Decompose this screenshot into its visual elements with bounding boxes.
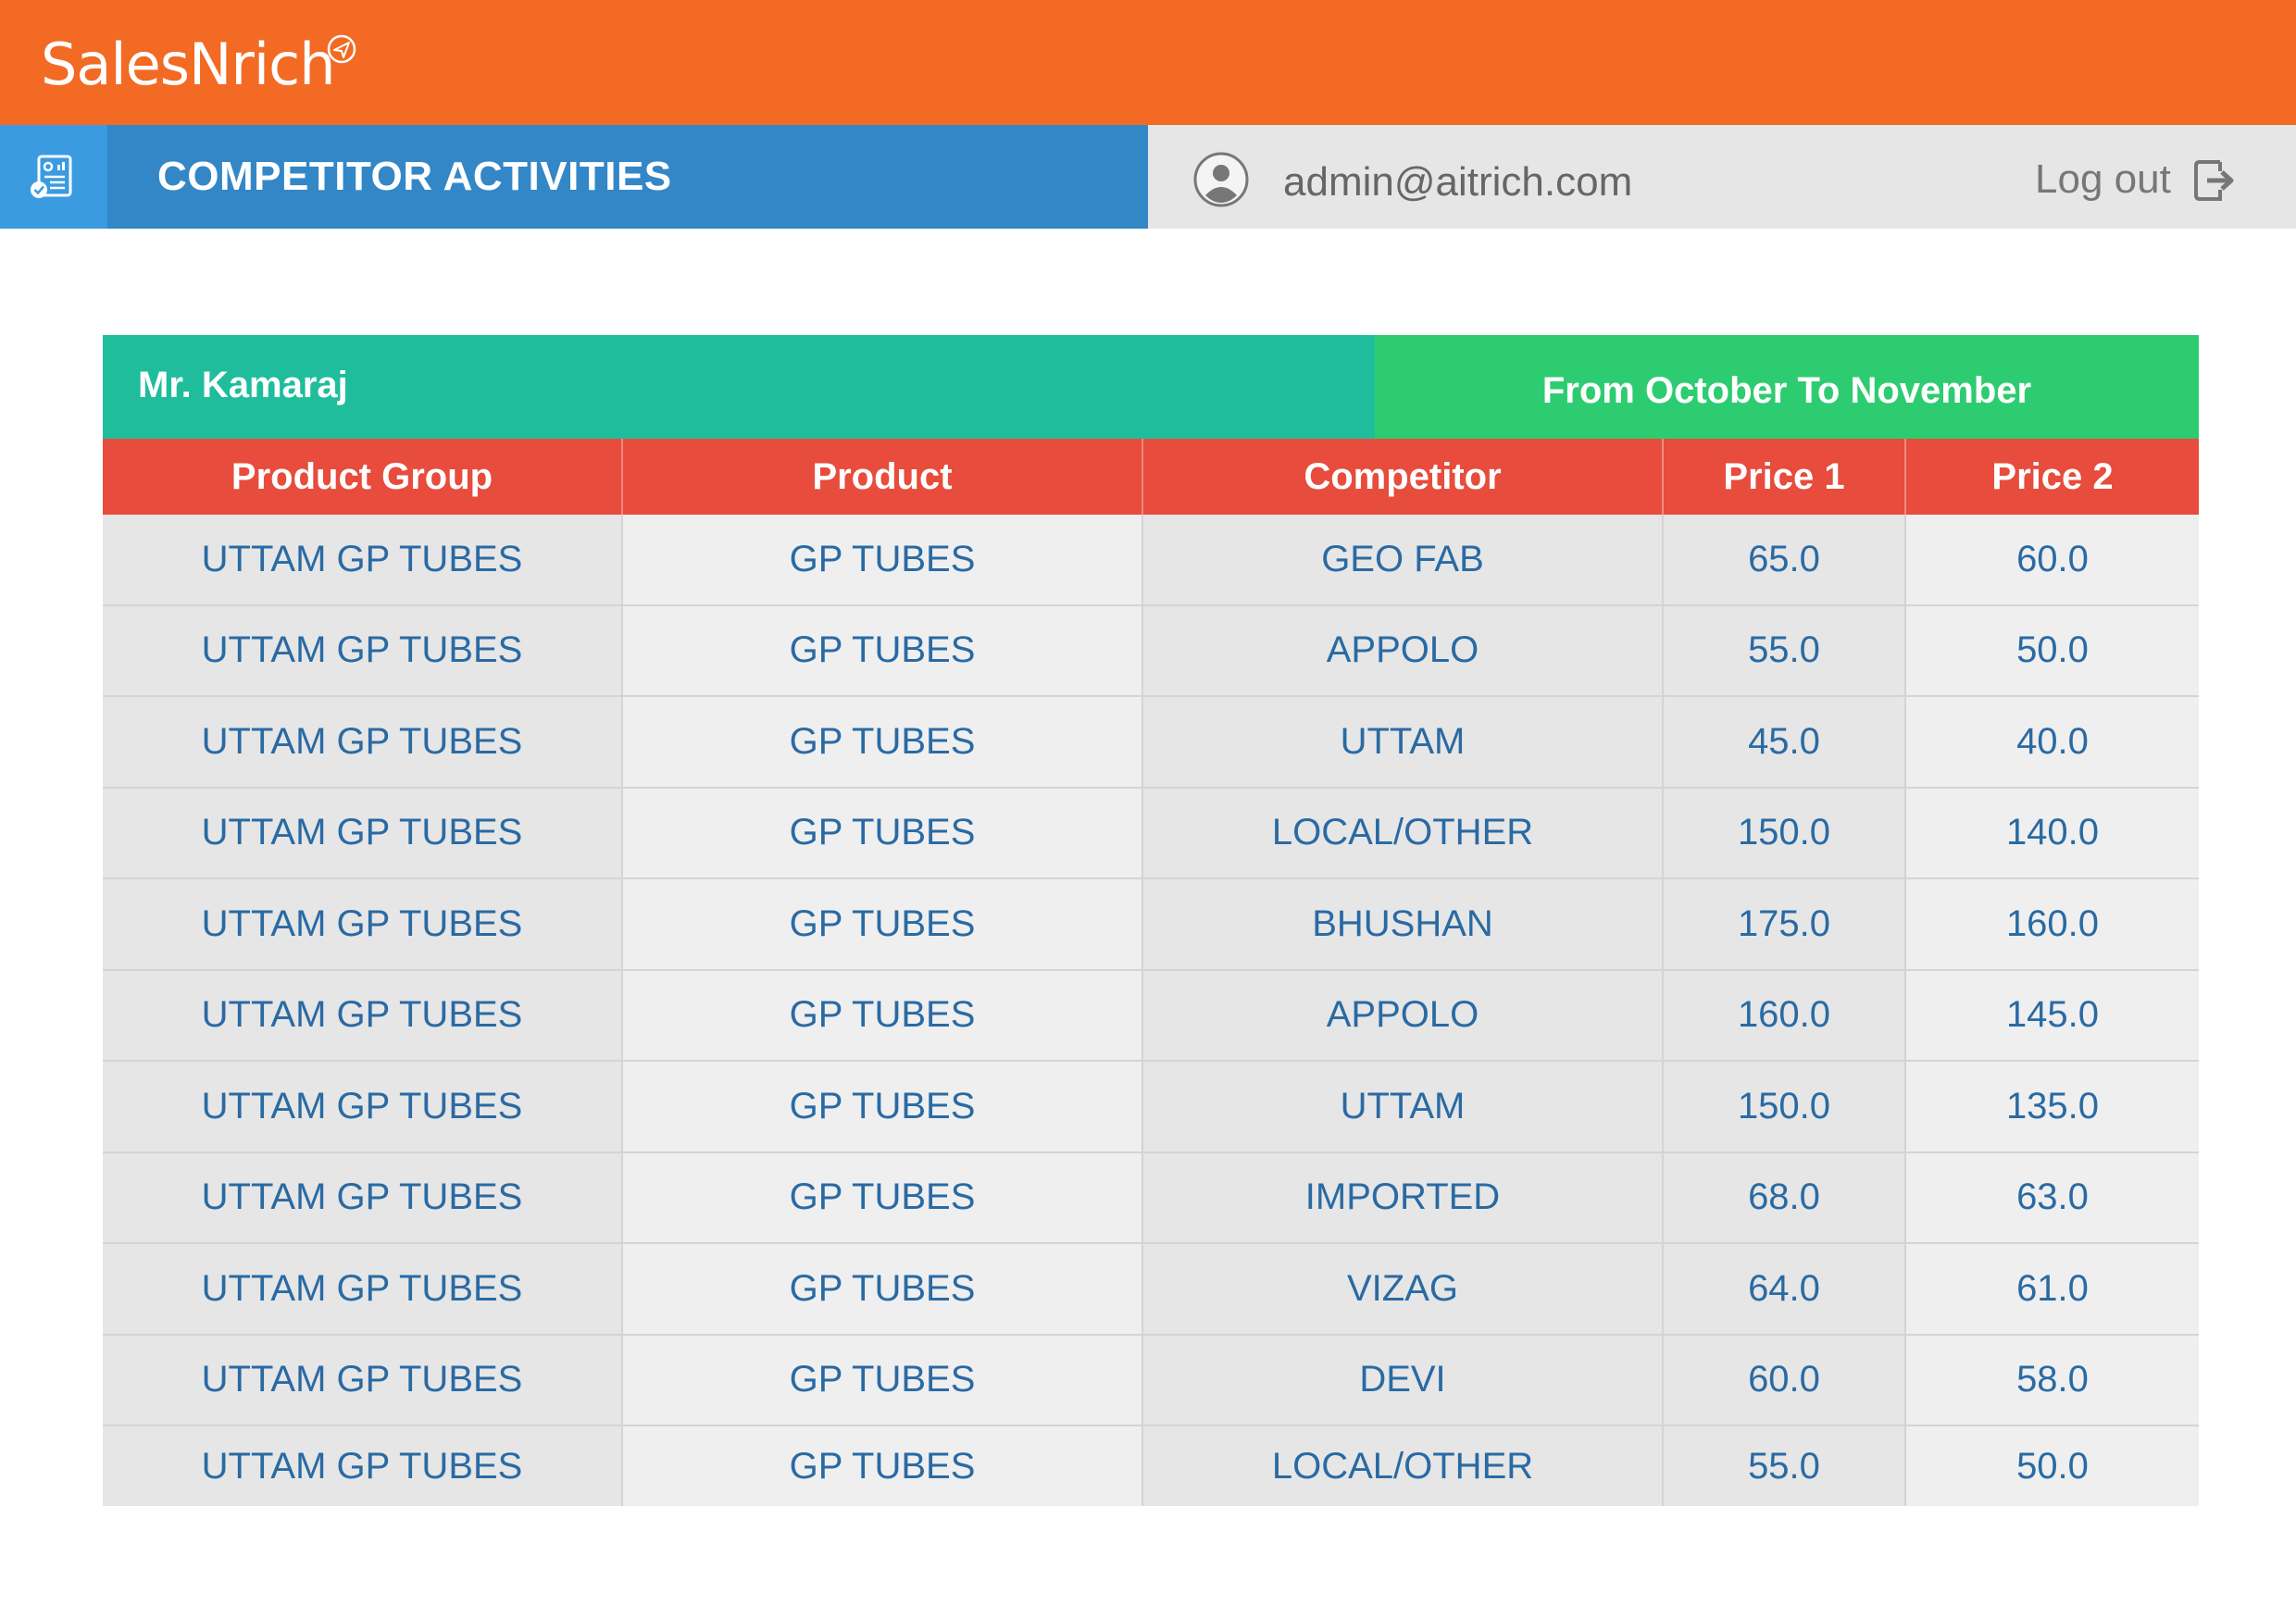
table-header: Product Group Product Competitor Price 1… [103,439,2199,515]
title-icon-box [0,125,107,229]
price-2-cell: 58.0 [1906,1335,2199,1425]
price-2-cell: 140.0 [1906,788,2199,877]
product-cell: GP TUBES [623,605,1143,695]
competitor-cell: LOCAL/OTHER [1143,788,1664,877]
logout-button[interactable]: Log out [2035,125,2171,234]
competitor-cell: APPOLO [1143,970,1664,1060]
page-title-bar: COMPETITOR ACTIVITIES [0,125,1148,229]
table-row[interactable]: UTTAM GP TUBES GP TUBES UTTAM 150.0 135.0 [103,1062,2199,1153]
competitor-cell: LOCAL/OTHER [1143,1426,1664,1506]
product-cell: GP TUBES [623,970,1143,1060]
table-row[interactable]: UTTAM GP TUBES GP TUBES LOCAL/OTHER 150.0 14… [103,788,2199,879]
competitor-cell: GEO FAB [1143,515,1664,604]
price-2-cell: 145.0 [1906,970,2199,1060]
competitor-cell: IMPORTED [1143,1152,1664,1242]
competitor-cell: VIZAG [1143,1244,1664,1334]
table-body: UTTAM GP TUBES GP TUBES GEO FAB 65.0 60.0 UTT… [103,515,2199,1506]
product-cell: GP TUBES [623,788,1143,877]
table-row[interactable]: UTTAM GP TUBES GP TUBES VIZAG 64.0 61.0 [103,1244,2199,1336]
price-1-cell: 55.0 [1664,1426,1906,1506]
product-cell: GP TUBES [623,879,1143,969]
price-2-cell: 160.0 [1906,879,2199,969]
column-header-product[interactable]: Product [623,439,1143,515]
price-2-cell: 61.0 [1906,1244,2199,1334]
price-1-cell: 150.0 [1664,1062,1906,1151]
column-header-product-group[interactable]: Product Group [103,439,623,515]
price-1-cell: 175.0 [1664,879,1906,969]
paper-plane-icon [327,34,356,64]
table-row[interactable]: UTTAM GP TUBES GP TUBES IMPORTED 68.0 63.0 [103,1152,2199,1244]
competitor-table: Mr. Kamaraj From October To November Pro… [103,335,2199,1506]
competitor-cell: UTTAM [1143,1062,1664,1151]
table-row[interactable]: UTTAM GP TUBES GP TUBES DEVI 60.0 58.0 [103,1335,2199,1426]
price-1-cell: 45.0 [1664,697,1906,787]
product-group-cell: UTTAM GP TUBES [103,605,623,695]
price-2-cell: 63.0 [1906,1152,2199,1242]
price-2-cell: 60.0 [1906,515,2199,604]
brand-logo[interactable]: SalesNrich [41,28,335,102]
top-bar: SalesNrich [0,0,2296,125]
logout-icon[interactable] [2192,156,2237,205]
product-group-cell: UTTAM GP TUBES [103,879,623,969]
product-group-cell: UTTAM GP TUBES [103,1335,623,1425]
product-cell: GP TUBES [623,1426,1143,1506]
competitor-cell: APPOLO [1143,605,1664,695]
product-cell: GP TUBES [623,515,1143,604]
price-1-cell: 65.0 [1664,515,1906,604]
product-group-cell: UTTAM GP TUBES [103,1062,623,1151]
product-group-cell: UTTAM GP TUBES [103,697,623,787]
price-1-cell: 160.0 [1664,970,1906,1060]
price-1-cell: 64.0 [1664,1244,1906,1334]
period-band: From October To November [1375,335,2199,439]
product-cell: GP TUBES [623,1062,1143,1151]
competitor-cell: UTTAM [1143,697,1664,787]
price-2-cell: 135.0 [1906,1062,2199,1151]
product-cell: GP TUBES [623,1244,1143,1334]
product-cell: GP TUBES [623,697,1143,787]
price-2-cell: 50.0 [1906,605,2199,695]
competitor-cell: BHUSHAN [1143,879,1664,969]
product-group-cell: UTTAM GP TUBES [103,1244,623,1334]
price-2-cell: 50.0 [1906,1426,2199,1506]
table-row[interactable]: UTTAM GP TUBES GP TUBES BHUSHAN 175.0 160.0 [103,879,2199,971]
column-header-price-1[interactable]: Price 1 [1664,439,1906,515]
price-1-cell: 68.0 [1664,1152,1906,1242]
report-header: Mr. Kamaraj From October To November [103,335,2199,439]
price-1-cell: 55.0 [1664,605,1906,695]
price-1-cell: 150.0 [1664,788,1906,877]
competitor-cell: DEVI [1143,1335,1664,1425]
table-row[interactable]: UTTAM GP TUBES GP TUBES APPOLO 160.0 145.0 [103,970,2199,1062]
price-2-cell: 40.0 [1906,697,2199,787]
person-band: Mr. Kamaraj [103,335,1375,439]
price-1-cell: 60.0 [1664,1335,1906,1425]
table-row[interactable]: UTTAM GP TUBES GP TUBES GEO FAB 65.0 60.0 [103,515,2199,606]
table-row[interactable]: UTTAM GP TUBES GP TUBES APPOLO 55.0 50.0 [103,605,2199,697]
column-header-price-2[interactable]: Price 2 [1906,439,2199,515]
user-avatar-icon [1193,152,1249,207]
table-row[interactable]: UTTAM GP TUBES GP TUBES UTTAM 45.0 40.0 [103,697,2199,789]
report-document-icon [31,155,72,198]
report-period: From October To November [1541,370,2032,411]
person-name: Mr. Kamaraj [138,365,348,405]
product-cell: GP TUBES [623,1335,1143,1425]
column-header-competitor[interactable]: Competitor [1143,439,1664,515]
product-group-cell: UTTAM GP TUBES [103,788,623,877]
table-row[interactable]: UTTAM GP TUBES GP TUBES LOCAL/OTHER 55.0 50.… [103,1426,2199,1506]
user-email: admin@aitrich.com [1283,159,1633,205]
product-group-cell: UTTAM GP TUBES [103,1152,623,1242]
product-group-cell: UTTAM GP TUBES [103,515,623,604]
product-group-cell: UTTAM GP TUBES [103,1426,623,1506]
product-group-cell: UTTAM GP TUBES [103,970,623,1060]
user-bar: admin@aitrich.com Log out [1148,125,2296,229]
page-title: COMPETITOR ACTIVITIES [157,154,672,199]
product-cell: GP TUBES [623,1152,1143,1242]
